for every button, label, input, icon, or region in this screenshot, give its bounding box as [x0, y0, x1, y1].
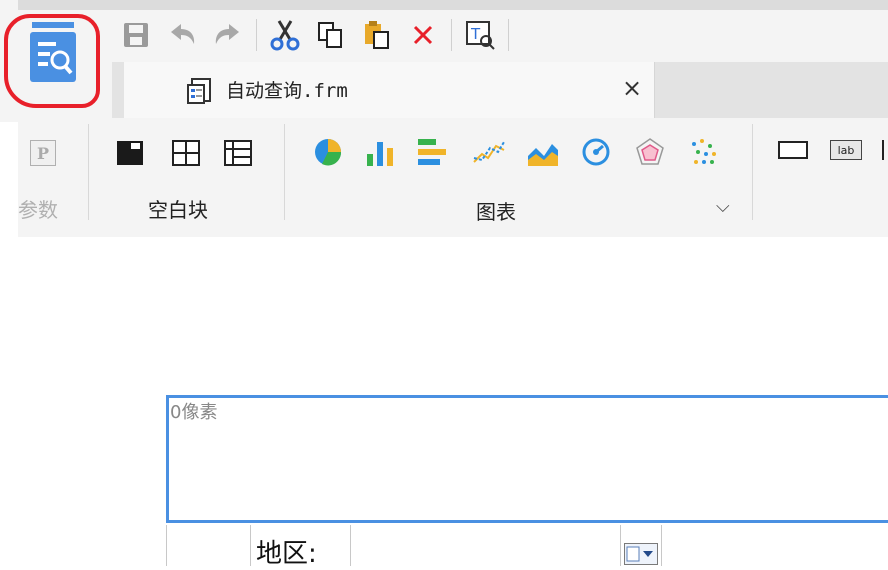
- gauge-chart-icon[interactable]: [580, 136, 612, 168]
- tab-label: 自动查询.frm: [226, 80, 348, 102]
- ribbon-separator: [752, 124, 753, 220]
- chart-group-label: 图表: [476, 200, 516, 224]
- scatter-chart-icon[interactable]: [688, 136, 720, 168]
- cell-divider: [661, 525, 662, 566]
- more-widget-icon[interactable]: [882, 140, 888, 160]
- cell-divider: [620, 525, 621, 566]
- label-widget-icon[interactable]: lab: [830, 140, 862, 160]
- param-group-label: 参数: [18, 198, 58, 222]
- dropdown-button[interactable]: [624, 543, 658, 565]
- table-block-icon[interactable]: [224, 140, 252, 166]
- pie-chart-icon[interactable]: [312, 136, 344, 168]
- bar-chart-icon[interactable]: [364, 136, 396, 168]
- undo-icon[interactable]: [164, 17, 200, 53]
- toolbar-separator: [508, 19, 509, 51]
- blank-block-group-label: 空白块: [148, 198, 208, 222]
- toolbar-separator: [451, 19, 452, 51]
- button-widget-icon[interactable]: [778, 141, 808, 159]
- parameter-panel[interactable]: [166, 395, 888, 523]
- toolbar-separator: [256, 19, 257, 51]
- horizontal-bar-chart-icon[interactable]: [416, 136, 448, 168]
- area-chart-icon[interactable]: [526, 136, 560, 168]
- parameter-icon-letter: P: [36, 143, 50, 163]
- ribbon-separator: [284, 124, 285, 220]
- parameter-icon[interactable]: P: [30, 140, 56, 166]
- label-widget-text: lab: [837, 143, 855, 157]
- line-chart-icon[interactable]: [472, 136, 506, 168]
- red-highlight-circle: [4, 14, 100, 108]
- menu-strip: [18, 0, 888, 10]
- split-block-icon[interactable]: [172, 140, 200, 166]
- svg-text:T: T: [470, 25, 481, 43]
- paste-icon[interactable]: [359, 17, 395, 53]
- redo-icon[interactable]: [210, 17, 246, 53]
- tab-close-button[interactable]: ×: [622, 74, 642, 102]
- save-icon[interactable]: [118, 17, 154, 53]
- height-pixel-label: 0像素: [170, 402, 218, 423]
- delete-icon[interactable]: [405, 17, 441, 53]
- layout-block-icon[interactable]: [116, 140, 144, 166]
- chevron-down-icon[interactable]: ⌵: [716, 196, 730, 217]
- region-label: 地区:: [256, 539, 317, 569]
- cell-divider: [350, 525, 351, 566]
- cell-divider: [250, 525, 251, 566]
- form-file-icon: [186, 77, 214, 105]
- dropdown-arrow-icon: [626, 546, 653, 562]
- copy-icon[interactable]: [313, 17, 349, 53]
- ribbon-separator: [88, 124, 89, 220]
- text-format-icon[interactable]: T: [462, 17, 498, 53]
- quick-toolbar: T: [118, 12, 519, 58]
- cut-icon[interactable]: [267, 17, 303, 53]
- radar-chart-icon[interactable]: [634, 136, 666, 168]
- region-combobox[interactable]: [352, 527, 620, 566]
